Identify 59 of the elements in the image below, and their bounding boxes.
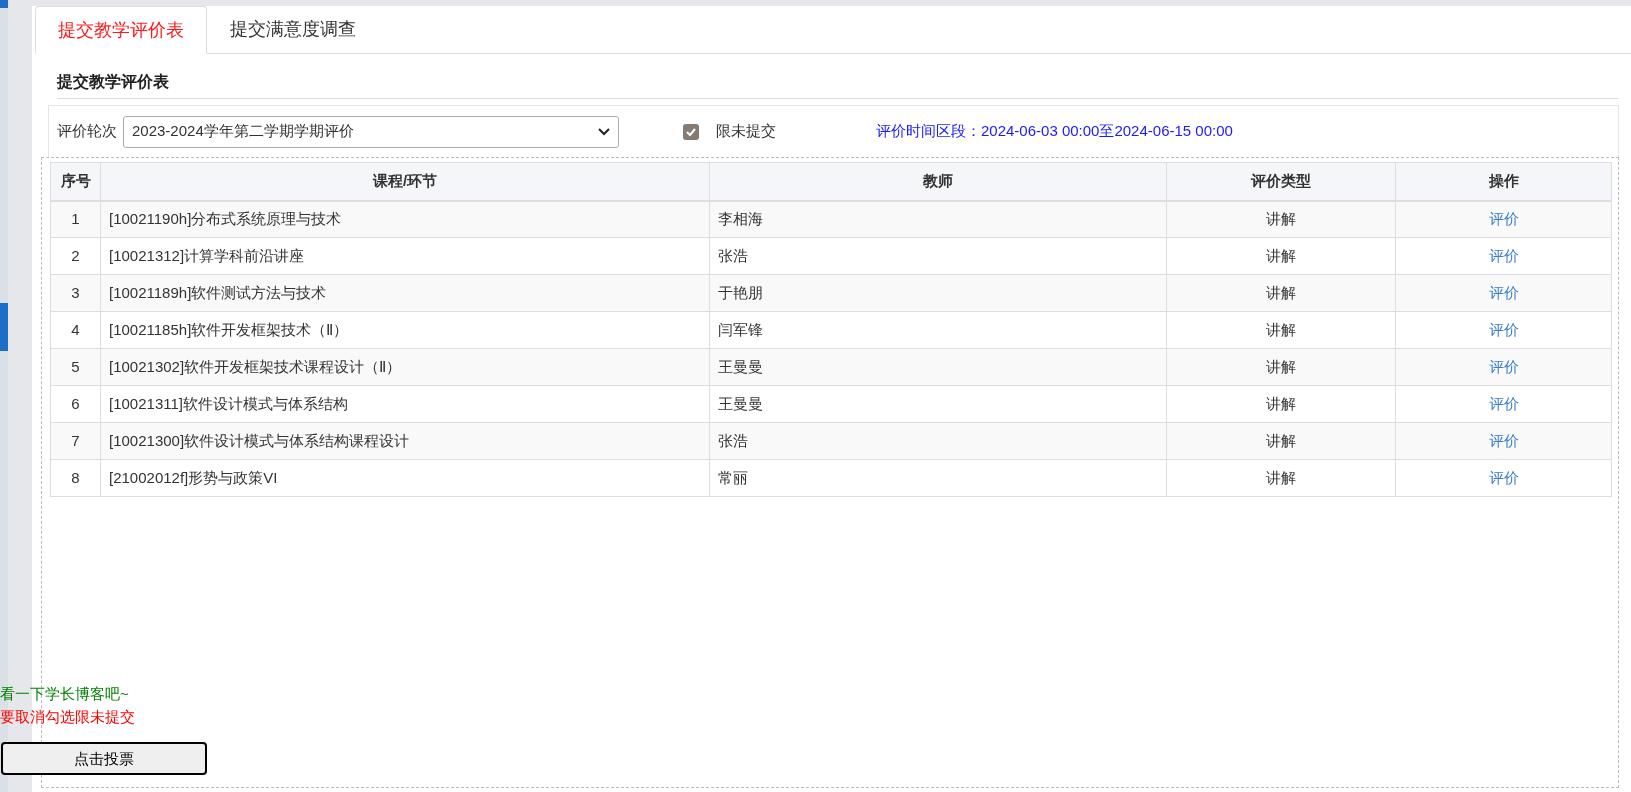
table-cell: [10021312]计算学科前沿讲座 bbox=[100, 237, 710, 275]
table-cell: 李相海 bbox=[709, 200, 1167, 238]
column-header: 课程/环节 bbox=[100, 162, 710, 201]
accent-bar bbox=[0, 0, 8, 8]
table-cell: 常丽 bbox=[709, 459, 1167, 497]
table-cell: 张浩 bbox=[709, 237, 1167, 275]
accent-bar bbox=[0, 303, 8, 351]
warning-text: 要取消勾选限未提交 bbox=[0, 707, 136, 727]
evaluate-link[interactable]: 评价 bbox=[1488, 431, 1519, 449]
blog-note: 看一下学长博客吧~ bbox=[0, 684, 130, 704]
table-cell: 3 bbox=[50, 274, 101, 312]
table-cell: 讲解 bbox=[1166, 274, 1396, 312]
column-header: 评价类型 bbox=[1166, 162, 1396, 201]
table-cell: [10021300]软件设计模式与体系结构课程设计 bbox=[100, 422, 710, 460]
evaluate-link[interactable]: 评价 bbox=[1488, 357, 1519, 375]
checkbox-label: 限未提交 bbox=[716, 121, 776, 142]
vote-button[interactable]: 点击投票 bbox=[1, 742, 207, 775]
table-cell: 王曼曼 bbox=[709, 348, 1167, 386]
evaluate-link[interactable]: 评价 bbox=[1488, 394, 1519, 412]
table-cell: [10021302]软件开发框架技术课程设计（Ⅱ） bbox=[100, 348, 710, 386]
column-header: 序号 bbox=[50, 162, 101, 201]
table-cell: 讲解 bbox=[1166, 237, 1396, 275]
table-cell: 讲解 bbox=[1166, 311, 1396, 349]
period-text: 评价时间区段：2024-06-03 00:00至2024-06-15 00:00 bbox=[876, 121, 1233, 142]
table-cell: 8 bbox=[50, 459, 101, 497]
tab[interactable]: 提交满意度调查 bbox=[207, 5, 379, 53]
evaluate-link[interactable]: 评价 bbox=[1488, 210, 1519, 227]
table-cell: [10021190h]分布式系统原理与技术 bbox=[100, 200, 710, 238]
table-cell: 闫军锋 bbox=[709, 311, 1167, 349]
table-cell: 讲解 bbox=[1166, 200, 1396, 238]
chevron-down-icon bbox=[598, 127, 610, 136]
filter-label: 评价轮次 bbox=[57, 121, 117, 142]
column-header: 操作 bbox=[1395, 162, 1612, 201]
table-cell: 于艳朋 bbox=[709, 274, 1167, 312]
round-select[interactable]: 2023-2024学年第二学期学期评价 bbox=[123, 115, 619, 148]
table-cell: 讲解 bbox=[1166, 385, 1396, 423]
table-cell: 5 bbox=[50, 348, 101, 386]
table-cell: 讲解 bbox=[1166, 422, 1396, 460]
table-cell: 王曼曼 bbox=[709, 385, 1167, 423]
table-cell: [10021185h]软件开发框架技术（Ⅱ） bbox=[100, 311, 710, 349]
checkbox[interactable] bbox=[683, 123, 699, 140]
evaluate-link[interactable]: 评价 bbox=[1488, 246, 1519, 264]
evaluate-link[interactable]: 评价 bbox=[1488, 468, 1519, 486]
table-cell: 讲解 bbox=[1166, 459, 1396, 497]
table-cell: [10021311]软件设计模式与体系结构 bbox=[100, 385, 710, 423]
table-cell: 6 bbox=[50, 385, 101, 423]
table-cell: [21002012f]形势与政策VI bbox=[100, 459, 710, 497]
table-cell: [10021189h]软件测试方法与技术 bbox=[100, 274, 710, 312]
table-cell: 讲解 bbox=[1166, 348, 1396, 386]
evaluate-link[interactable]: 评价 bbox=[1488, 320, 1519, 338]
tab[interactable]: 提交教学评价表 bbox=[35, 6, 207, 54]
table-cell: 2 bbox=[50, 237, 101, 275]
table-cell: 1 bbox=[50, 200, 101, 238]
table-cell: 4 bbox=[50, 311, 101, 349]
evaluate-link[interactable]: 评价 bbox=[1488, 283, 1519, 301]
section-title: 提交教学评价表 bbox=[57, 72, 169, 91]
table-cell: 7 bbox=[50, 422, 101, 460]
column-header: 教师 bbox=[709, 162, 1167, 201]
table-cell: 张浩 bbox=[709, 422, 1167, 460]
